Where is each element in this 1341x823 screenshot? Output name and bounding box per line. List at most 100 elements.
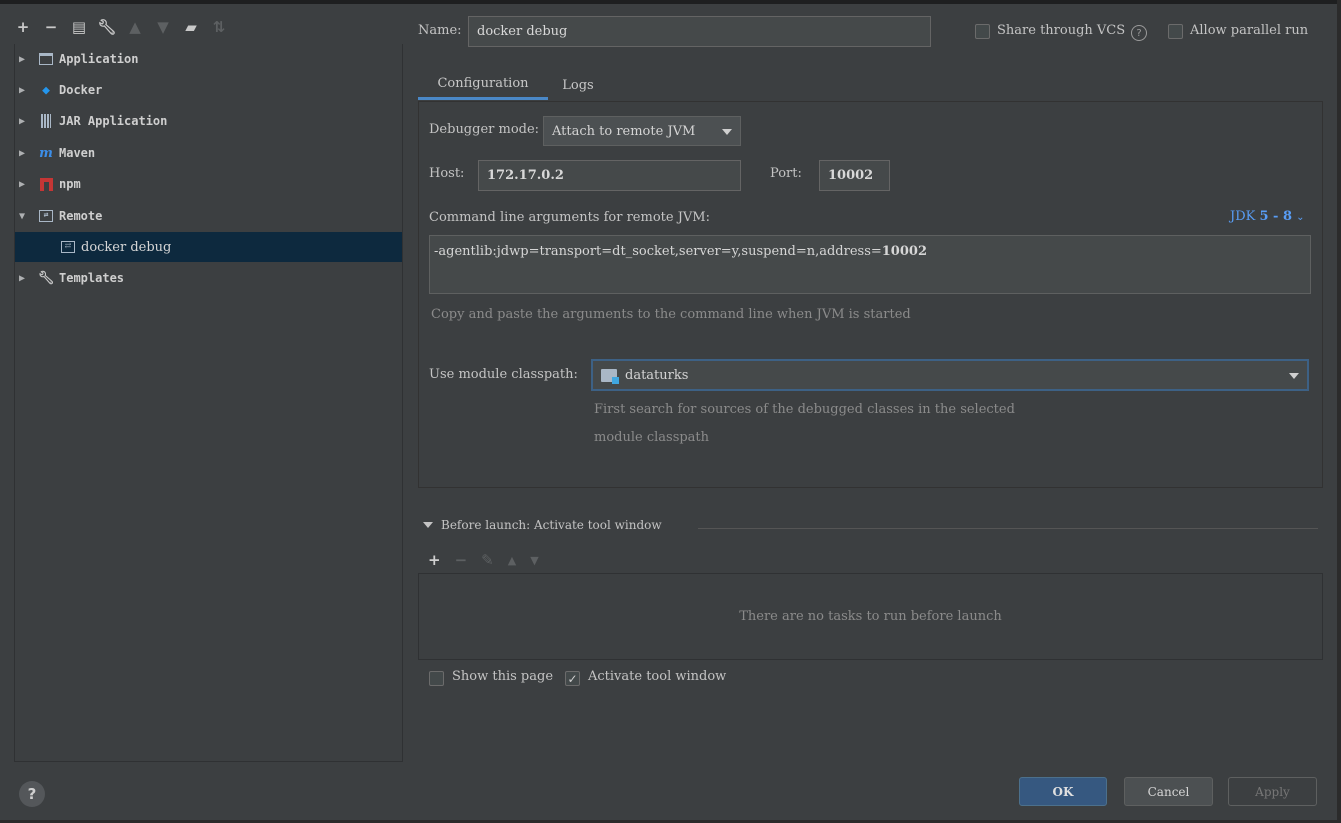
add-icon[interactable]: + <box>14 18 32 36</box>
collapse-arrow-icon <box>423 522 433 528</box>
cmdline-hint: Copy and paste the arguments to the comm… <box>431 307 911 322</box>
activate-tool-window-label: Activate tool window <box>588 669 727 684</box>
jdk-version-link[interactable]: JDK 5 - 8 ⌄ <box>1230 209 1305 224</box>
host-input[interactable]: 172.17.0.2 <box>478 160 741 191</box>
collapse-arrow-icon[interactable]: ▼ <box>19 211 37 222</box>
module-hint-line2: module classpath <box>594 430 710 445</box>
allow-parallel-checkbox[interactable] <box>1168 24 1183 39</box>
ok-button[interactable]: OK <box>1019 777 1107 806</box>
remote-icon: ⇄ <box>37 208 55 224</box>
activate-tool-window-checkbox[interactable]: ✓ <box>565 671 580 686</box>
move-down-icon[interactable]: ▼ <box>154 18 172 36</box>
add-task-icon[interactable]: + <box>428 551 441 569</box>
debugger-mode-select[interactable]: Attach to remote JVM <box>543 116 741 146</box>
left-toolbar: + − ▤ 🔧︎ ▲ ▼ ▰ ⇅ <box>14 14 228 40</box>
expand-arrow-icon[interactable]: ▶ <box>19 116 37 127</box>
move-up-icon[interactable]: ▲ <box>508 554 516 567</box>
debugger-mode-label: Debugger mode: <box>429 122 540 137</box>
tab-label: Configuration <box>437 76 529 91</box>
expand-arrow-icon[interactable]: ▶ <box>19 179 37 190</box>
port-value: 10002 <box>828 168 874 183</box>
section-divider <box>698 528 1318 529</box>
expand-arrow-icon[interactable]: ▶ <box>19 148 37 159</box>
chevron-down-icon <box>1289 373 1299 379</box>
before-launch-title: Before launch: Activate tool window <box>441 518 662 532</box>
help-icon[interactable]: ? <box>1131 25 1147 41</box>
empty-tasks-text: There are no tasks to run before launch <box>739 609 1002 624</box>
wrench-icon[interactable]: 🔧︎ <box>97 18 116 36</box>
name-input[interactable]: docker debug <box>468 16 931 47</box>
tree-item-application[interactable]: ▶ Application <box>15 44 402 74</box>
tree-item-label: JAR Application <box>59 114 168 128</box>
show-page-label: Show this page <box>452 669 554 684</box>
docker-icon: ◆ <box>42 82 50 98</box>
tree-item-templates[interactable]: ▶ 🔧︎ Templates <box>15 263 402 293</box>
tree-item-jar-application[interactable]: ▶ JAR Application <box>15 106 402 136</box>
port-input[interactable]: 10002 <box>819 160 890 191</box>
expand-arrow-icon[interactable]: ▶ <box>19 54 37 65</box>
tab-label: Logs <box>562 77 594 93</box>
checkmark-icon: ✓ <box>567 671 578 686</box>
tree-item-label: Maven <box>59 146 96 160</box>
wrench-icon: 🔧︎ <box>37 270 55 286</box>
edit-task-icon[interactable]: ✎ <box>481 551 494 569</box>
host-value: 172.17.0.2 <box>487 168 564 183</box>
jdk-link-version: 5 - 8 <box>1259 209 1293 224</box>
tree-item-docker-debug[interactable]: ⇄ docker debug <box>15 232 402 262</box>
maven-icon: m <box>39 145 53 161</box>
move-up-icon[interactable]: ▲ <box>126 18 144 36</box>
tree-item-label: npm <box>59 177 81 191</box>
tree-item-label: Docker <box>59 83 103 97</box>
chevron-down-icon: ⌄ <box>1296 212 1305 223</box>
window-right-border <box>1337 0 1341 823</box>
tree-item-label: docker debug <box>81 239 172 255</box>
run-config-tree: ▶ Application ▶ ◆ Docker ▶ JAR Applicati… <box>14 44 403 762</box>
jdk-link-prefix: JDK <box>1230 209 1260 224</box>
remove-task-icon[interactable]: − <box>455 551 468 569</box>
tab-logs[interactable]: Logs <box>552 70 604 100</box>
new-folder-icon[interactable]: ▰ <box>182 18 200 36</box>
show-page-checkbox[interactable] <box>429 671 444 686</box>
jar-icon <box>37 113 55 129</box>
module-classpath-value: dataturks <box>625 367 689 383</box>
remove-icon[interactable]: − <box>42 18 60 36</box>
tree-item-remote[interactable]: ▼ ⇄ Remote <box>15 201 402 231</box>
share-vcs-label: Share through VCS <box>997 23 1126 38</box>
apply-button[interactable]: Apply <box>1228 777 1317 806</box>
module-folder-icon <box>601 368 619 384</box>
expand-arrow-icon[interactable]: ▶ <box>19 273 37 284</box>
tree-item-label: Application <box>59 52 139 66</box>
name-value: docker debug <box>477 24 568 39</box>
sort-icon[interactable]: ⇅ <box>210 18 228 36</box>
cmdline-args-text: -agentlib:jdwp=transport=dt_socket,serve… <box>434 244 882 259</box>
port-label: Port: <box>770 166 802 181</box>
before-launch-tasks-list[interactable]: There are no tasks to run before launch <box>418 573 1323 660</box>
cmdline-label: Command line arguments for remote JVM: <box>429 210 710 225</box>
tree-item-npm[interactable]: ▶ npm <box>15 169 402 199</box>
tree-item-label: Remote <box>59 209 103 223</box>
help-button[interactable]: ? <box>19 781 45 807</box>
npm-icon <box>37 176 55 192</box>
module-classpath-label: Use module classpath: <box>429 367 578 382</box>
application-icon <box>37 51 55 67</box>
share-vcs-checkbox[interactable] <box>975 24 990 39</box>
before-launch-header[interactable]: Before launch: Activate tool window <box>423 518 662 532</box>
name-label: Name: <box>418 23 462 38</box>
copy-icon[interactable]: ▤ <box>70 18 88 36</box>
move-down-icon[interactable]: ▼ <box>530 554 538 567</box>
tree-item-docker[interactable]: ▶ ◆ Docker <box>15 75 402 105</box>
debugger-mode-value: Attach to remote JVM <box>552 123 696 139</box>
expand-arrow-icon[interactable]: ▶ <box>19 85 37 96</box>
cancel-button[interactable]: Cancel <box>1124 777 1213 806</box>
tree-item-label: Templates <box>59 271 125 285</box>
module-hint-line1: First search for sources of the debugged… <box>594 402 1015 417</box>
before-launch-toolbar: + − ✎ ▲ ▼ <box>428 551 539 569</box>
tab-configuration[interactable]: Configuration <box>418 70 548 100</box>
tree-item-maven[interactable]: ▶ m Maven <box>15 138 402 168</box>
allow-parallel-label: Allow parallel run <box>1190 23 1309 38</box>
remote-config-icon: ⇄ <box>59 239 77 255</box>
chevron-down-icon <box>722 129 732 135</box>
window-top-border <box>0 0 1341 4</box>
module-classpath-select[interactable]: dataturks <box>591 359 1309 391</box>
cmdline-args-field[interactable]: -agentlib:jdwp=transport=dt_socket,serve… <box>429 235 1311 294</box>
